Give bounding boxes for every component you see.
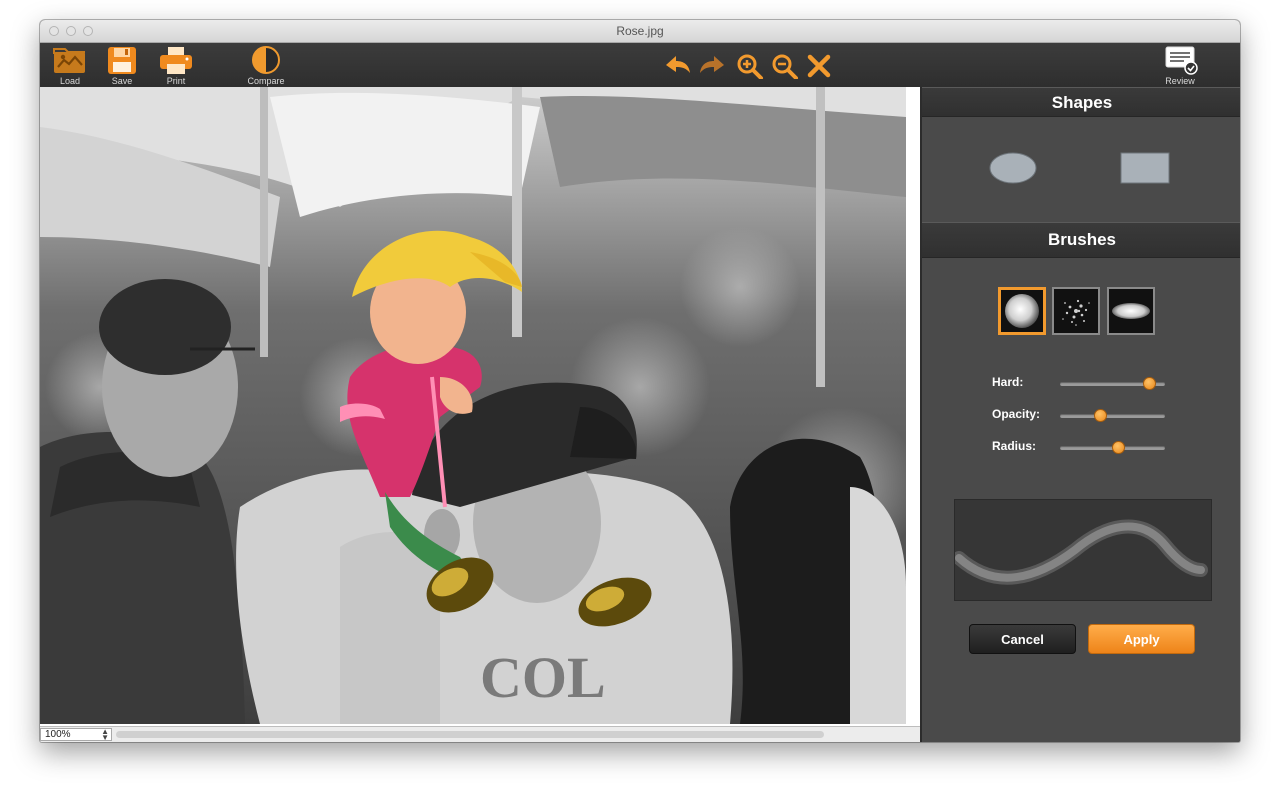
cancel-button[interactable]: Cancel [969,624,1076,654]
apply-button[interactable]: Apply [1088,624,1195,654]
horizontal-scrollbar[interactable] [116,731,824,738]
flat-ellipse-brush-icon [1109,289,1153,333]
soft-round-brush-button[interactable] [998,287,1046,335]
print-label: Print [166,76,186,86]
print-button[interactable]: Print [154,45,198,86]
svg-text:COL: COL [480,645,606,710]
scatter-brush-icon [1054,289,1098,333]
redo-button[interactable] [698,53,726,79]
opacity-slider[interactable] [1060,409,1165,422]
edited-photo-image: COL [40,87,906,724]
opacity-slider-row: Opacity: [922,405,1240,425]
review-button[interactable]: Review [1158,45,1202,86]
status-bar: 100% ▲ ▼ [40,726,920,742]
save-button[interactable]: Save [100,45,144,86]
rectangle-shape-icon [1120,152,1170,184]
window-title: Rose.jpg [616,24,664,38]
opacity-slider-thumb[interactable] [1093,409,1107,422]
zoom-in-icon [737,54,763,80]
opacity-label: Opacity: [992,407,1041,421]
undo-button[interactable] [664,53,692,79]
radius-slider[interactable] [1060,441,1165,454]
hardness-slider-row: Hard: [922,373,1240,393]
radius-slider-row: Radius: [922,437,1240,457]
cancel-edit-button[interactable] [805,53,833,79]
zoom-level-field[interactable]: 100% ▲ ▼ [40,728,112,742]
tools-panel: Shapes Brushes Hard: Opacity: Radius: Ca… [920,87,1240,742]
title-bar: Rose.jpg [40,20,1240,43]
soft-round-brush-icon [1001,290,1043,332]
brush-stroke-preview [952,499,1212,601]
hardness-slider[interactable] [1060,377,1165,390]
print-icon [160,47,192,74]
toolbar: Load Save Print Compare Review [40,43,1240,88]
brushes-header: Brushes [922,222,1240,258]
rectangle-shape-button[interactable] [1120,152,1170,189]
flat-ellipse-brush-button[interactable] [1107,287,1155,335]
shapes-header: Shapes [922,87,1240,117]
compare-label: Compare [247,76,285,86]
load-label: Load [59,76,81,86]
close-icon [807,54,831,78]
hardness-slider-thumb[interactable] [1143,377,1157,390]
canvas-area: COL 100% ▲ ▼ [40,87,920,742]
ellipse-shape-icon [989,152,1037,184]
hardness-label: Hard: [992,375,1024,389]
scatter-brush-button[interactable] [1052,287,1100,335]
ellipse-shape-button[interactable] [988,151,1038,190]
zoom-out-button[interactable] [771,53,799,80]
zoom-in-button[interactable] [736,53,764,80]
load-icon [53,48,85,73]
compare-icon [252,46,280,74]
review-label: Review [1165,76,1195,86]
zoom-level-value: 100% [45,729,71,740]
save-icon [108,47,136,74]
review-icon [1165,46,1198,75]
zoom-out-icon [772,54,798,80]
undo-icon [666,56,690,73]
radius-label: Radius: [992,439,1037,453]
compare-button[interactable]: Compare [244,45,288,86]
photo-canvas[interactable]: COL [40,87,906,724]
radius-slider-thumb[interactable] [1111,441,1125,454]
redo-icon [700,56,724,73]
zoom-stepper-icon[interactable]: ▲ ▼ [101,728,109,742]
brush-stroke-preview-image [952,519,1208,585]
load-button[interactable]: Load [48,45,92,86]
save-label: Save [111,76,133,86]
app-window: Rose.jpg Load Save Print Compare Review … [40,20,1240,742]
